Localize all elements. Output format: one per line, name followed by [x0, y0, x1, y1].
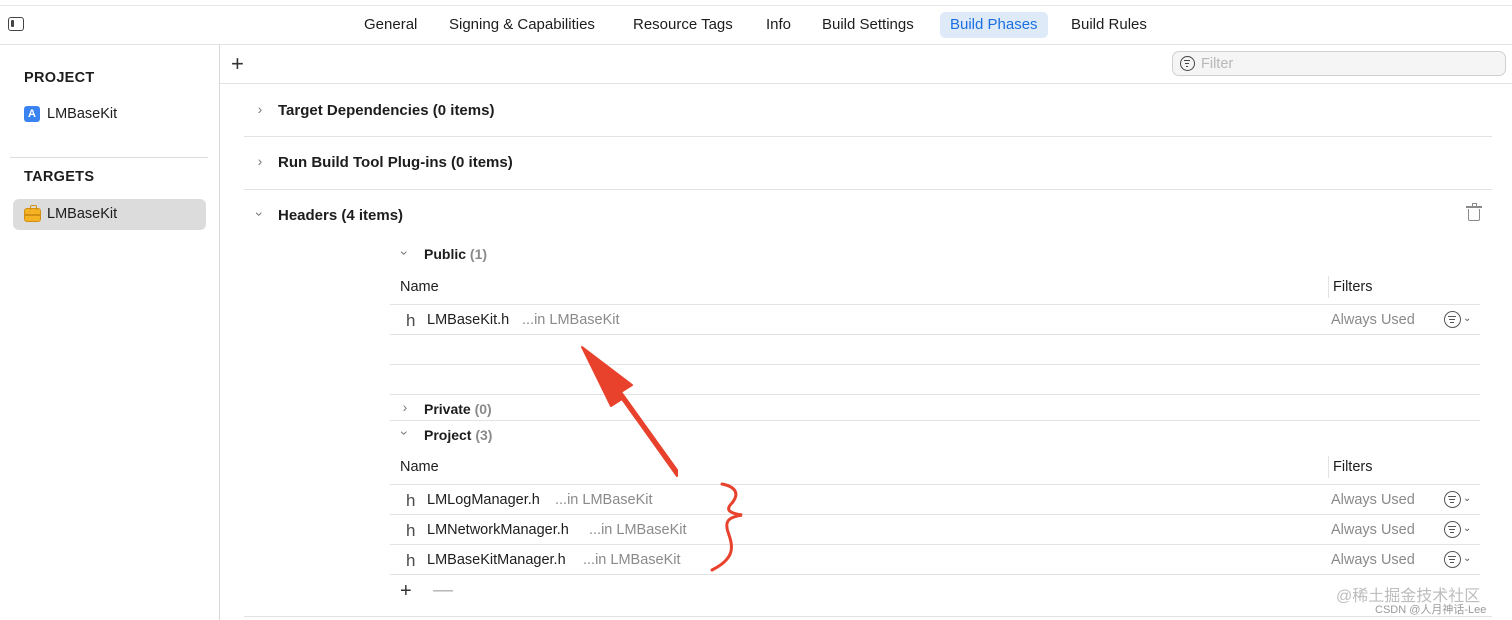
watermark-csdn: CSDN @人月神话-Lee — [1375, 604, 1487, 616]
annotation-brace — [710, 482, 743, 572]
annotation-overlay — [581, 346, 743, 572]
annotation-arrow — [581, 346, 678, 477]
